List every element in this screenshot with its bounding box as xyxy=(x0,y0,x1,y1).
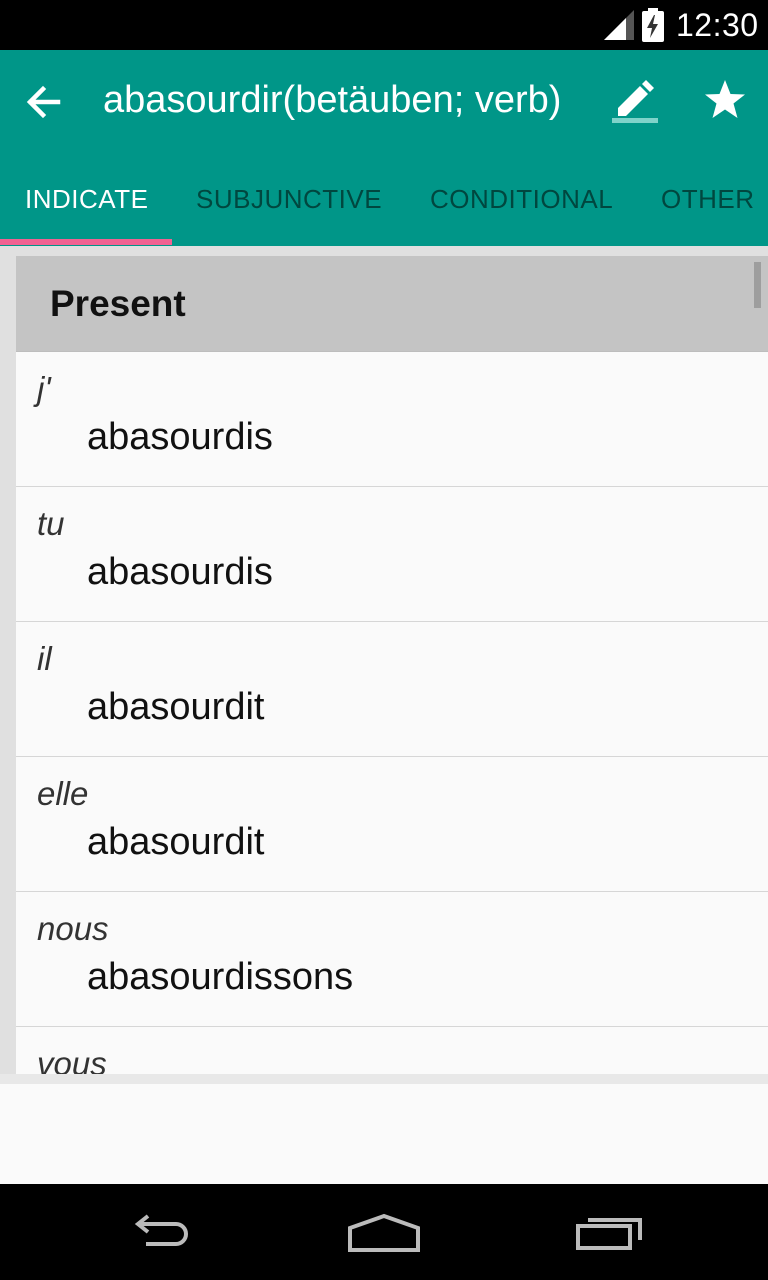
conjugated-form: abasourdis xyxy=(87,551,273,593)
recents-nav-icon xyxy=(576,1218,642,1250)
arrow-back-icon xyxy=(26,85,61,119)
tab-other[interactable]: OTHER xyxy=(661,174,755,246)
home-nav-icon xyxy=(348,1213,420,1252)
pronoun-label: vous xyxy=(37,1045,107,1074)
favorite-button[interactable] xyxy=(697,72,753,128)
battery-charging-icon xyxy=(642,8,664,42)
pronoun-label: il xyxy=(37,640,52,677)
list-item[interactable]: nous abasourdissons xyxy=(16,892,768,1028)
pronoun-label: elle xyxy=(37,775,89,812)
pronoun-label: tu xyxy=(37,505,65,542)
list-item[interactable]: il abasourdit xyxy=(16,622,768,758)
tab-conditional[interactable]: CONDITIONAL xyxy=(430,174,613,246)
pronoun-label: nous xyxy=(37,910,109,947)
status-bar: 12:30 xyxy=(0,0,768,50)
tab-bar: INDICATE SUBJUNCTIVE CONDITIONAL OTHER xyxy=(0,174,768,246)
conjugation-list-area[interactable]: Present j' abasourdis tu abasourdis il a… xyxy=(0,246,768,1084)
scrollbar-thumb[interactable] xyxy=(754,262,761,308)
tense-header: Present xyxy=(16,256,768,352)
back-button[interactable] xyxy=(18,78,74,126)
signal-icon xyxy=(604,10,634,40)
nav-recents-button[interactable] xyxy=(574,1204,646,1260)
list-item[interactable]: j' abasourdis xyxy=(16,352,768,488)
nav-back-button[interactable] xyxy=(124,1204,196,1260)
tab-indicate[interactable]: INDICATE xyxy=(25,174,148,246)
list-item[interactable]: elle abasourdit xyxy=(16,757,768,893)
tense-title: Present xyxy=(50,283,186,324)
edit-button[interactable] xyxy=(604,72,664,132)
tab-indicator xyxy=(0,239,172,245)
navigation-bar xyxy=(0,1184,768,1280)
conjugated-form: abasourdis xyxy=(87,416,273,458)
star-icon xyxy=(705,80,745,118)
app-bar: abasourdir(betäuben; verb) INDICATE SUBJ… xyxy=(0,50,768,246)
conjugation-card: Present j' abasourdis tu abasourdis il a… xyxy=(16,256,768,1074)
pronoun-label: j' xyxy=(37,370,51,407)
nav-home-button[interactable] xyxy=(346,1204,422,1260)
content-bottom-edge xyxy=(0,1074,768,1084)
tab-subjunctive[interactable]: SUBJUNCTIVE xyxy=(196,174,382,246)
conjugated-form: abasourdit xyxy=(87,821,265,863)
title-fade xyxy=(560,72,590,128)
verb-title: abasourdir(betäuben; verb) xyxy=(103,79,562,121)
conjugated-form: abasourdissons xyxy=(87,956,354,998)
back-nav-icon xyxy=(134,1214,188,1246)
conjugated-form: abasourdit xyxy=(87,686,265,728)
list-item[interactable]: vous xyxy=(16,1027,768,1074)
pencil-icon xyxy=(612,80,658,123)
status-time: 12:30 xyxy=(676,7,759,43)
list-item[interactable]: tu abasourdis xyxy=(16,487,768,623)
